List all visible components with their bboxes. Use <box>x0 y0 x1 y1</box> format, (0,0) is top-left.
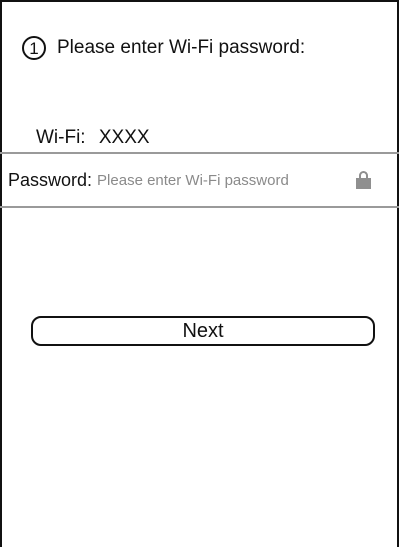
wifi-info: Wi-Fi: XXXX <box>36 126 150 150</box>
password-label: Password: <box>8 170 93 190</box>
screen-frame: 1 Please enter Wi-Fi password: Wi-Fi: XX… <box>0 0 399 547</box>
step-header: 1 Please enter Wi-Fi password: <box>22 36 305 60</box>
password-input[interactable] <box>97 168 356 192</box>
lock-icon <box>356 171 372 189</box>
wifi-network-name: XXXX <box>98 127 150 148</box>
wifi-label: Wi-Fi: <box>36 127 86 148</box>
step-number-badge: 1 <box>22 36 46 60</box>
lock-body <box>356 178 372 189</box>
next-button[interactable]: Next <box>31 316 375 346</box>
password-row: Password: <box>0 152 399 208</box>
step-title: Please enter Wi-Fi password: <box>57 37 306 58</box>
